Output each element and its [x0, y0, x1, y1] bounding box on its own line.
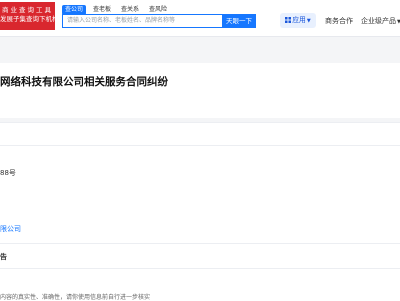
- notice-section: 告: [0, 243, 400, 268]
- title-card: [0, 63, 400, 118]
- business-cooperation-link[interactable]: 商务合作: [325, 16, 353, 26]
- company-link[interactable]: 限公司: [0, 224, 21, 234]
- apps-grid-icon: [285, 17, 292, 23]
- enterprise-products-label: 企业级产品: [361, 17, 396, 25]
- notice-title: 告: [0, 253, 7, 261]
- case-number-text: 88号: [0, 169, 16, 177]
- logo-text-line2: 发展子集查询下机构: [0, 15, 59, 23]
- enterprise-products-menu[interactable]: 企业级产品▼: [361, 16, 400, 26]
- page-title: 网络科技有限公司相关服务合同纠纷: [0, 76, 168, 88]
- chevron-down-icon: ▼: [306, 18, 311, 24]
- logo-text-line1: 商业查询工具: [2, 6, 53, 14]
- search-bar: 请输入公司名称、老板姓名、品牌名称等 天眼一下: [62, 14, 256, 28]
- apps-label: 应用: [292, 16, 306, 24]
- top-navigation-bar: 商业查询工具 发展子集查询下机构 查公司 查老板 查关系 查风险 请输入公司名称…: [0, 0, 400, 37]
- site-logo[interactable]: 商业查询工具 发展子集查询下机构: [0, 2, 59, 30]
- section-divider-block: [0, 122, 400, 145]
- apps-button[interactable]: 应用▼: [280, 13, 316, 28]
- search-input[interactable]: 请输入公司名称、老板姓名、品牌名称等: [62, 14, 222, 28]
- search-button[interactable]: 天眼一下: [222, 14, 256, 28]
- disclaimer-section: 内容的真实性、准确性，请你使用信息前自行进一步核实: [0, 268, 400, 301]
- case-info-section: 88号 限公司: [0, 145, 400, 243]
